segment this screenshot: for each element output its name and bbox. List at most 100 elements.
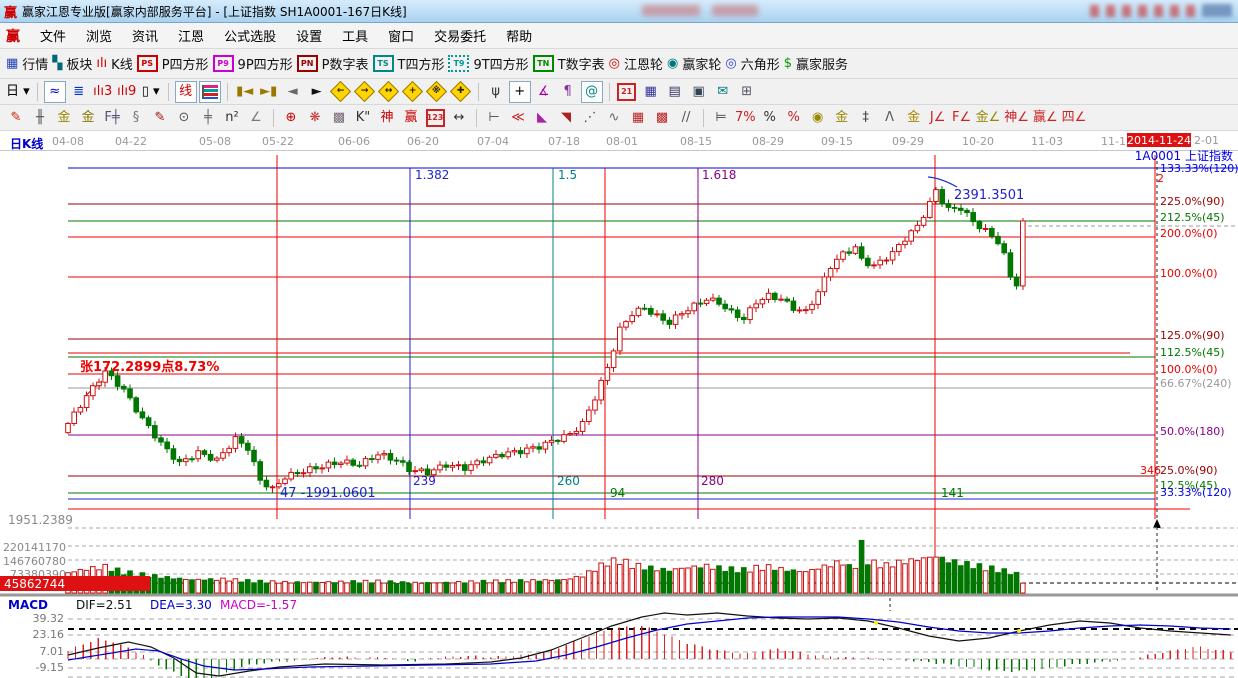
slant-lines-button[interactable]: // <box>675 107 697 129</box>
shen-grid-button[interactable]: 神 <box>376 107 398 129</box>
maximize-button[interactable] <box>1186 5 1195 17</box>
diamond-right-button[interactable]: → <box>354 81 376 103</box>
menu-item-7[interactable]: 窗口 <box>378 24 424 47</box>
window-button[interactable] <box>1106 5 1115 17</box>
crosshair-tool-button[interactable]: + <box>509 81 531 103</box>
t9-square-button[interactable]: T99T四方形 <box>447 53 529 75</box>
calendar-21-button[interactable]: 21 <box>616 81 638 103</box>
menu-item-6[interactable]: 工具 <box>332 24 378 47</box>
overlay-3-button[interactable]: ılı3 <box>92 81 114 103</box>
pn-table-button[interactable]: PNP数字表 <box>296 53 370 75</box>
kline-chart-canvas[interactable]: 04-0804-2205-0805-2206-0606-2007-0407-18… <box>0 131 1238 678</box>
calculator-button[interactable]: ▦ <box>640 81 662 103</box>
angle-ying-button[interactable]: 赢∠ <box>1032 107 1059 129</box>
ps-square-button[interactable]: PSP四方形 <box>136 53 210 75</box>
angle-shen-button[interactable]: 神∠ <box>1003 107 1030 129</box>
info-doc-button[interactable]: ≣ <box>68 81 90 103</box>
menu-item-2[interactable]: 资讯 <box>122 24 168 47</box>
close-button[interactable] <box>1202 4 1232 17</box>
pencil-button[interactable]: ✎ <box>5 107 27 129</box>
f-grid-button[interactable]: F╪ <box>101 107 123 129</box>
gold-line-button[interactable]: 金 <box>831 107 853 129</box>
kline-button[interactable]: ılıK线 <box>95 53 133 75</box>
n-squared-button[interactable]: n² <box>221 107 243 129</box>
protractor-button[interactable]: ⊙ <box>173 107 195 129</box>
window-button[interactable] <box>1138 5 1147 17</box>
first-page-button[interactable]: ▮◄ <box>234 81 256 103</box>
percent-7-button[interactable]: 7% <box>734 107 757 129</box>
diamond-h-button[interactable]: ↔ <box>378 81 400 103</box>
h-marker-button[interactable]: ⊢ <box>483 107 505 129</box>
minimize-button[interactable] <box>1170 5 1179 17</box>
window-button[interactable] <box>1090 5 1099 17</box>
circle-cross-button[interactable]: ⊕ <box>280 107 302 129</box>
percent-5line-button[interactable]: % <box>783 107 805 129</box>
menu-item-4[interactable]: 公式选股 <box>214 24 286 47</box>
printer-button[interactable]: ⊞ <box>736 81 758 103</box>
menu-item-9[interactable]: 帮助 <box>496 24 542 47</box>
last-page-button[interactable]: ►▮ <box>258 81 280 103</box>
comb-button[interactable]: ╪ <box>197 107 219 129</box>
notes-button[interactable]: ▤ <box>664 81 686 103</box>
ts-square-button[interactable]: TST四方形 <box>372 53 446 75</box>
diamond-left-button[interactable]: ← <box>330 81 352 103</box>
gold-line-2-button[interactable]: 金 <box>903 107 925 129</box>
winner-service-button[interactable]: $赢家服务 <box>783 53 849 75</box>
ying-grid-button[interactable]: 赢 <box>400 107 422 129</box>
tn-table-button[interactable]: TNT数字表 <box>532 53 606 75</box>
measure-stick-button[interactable]: ‡ <box>855 107 877 129</box>
gann-wheel-button[interactable]: ◎江恩轮 <box>608 53 664 75</box>
draw-line-box-button[interactable]: 线 <box>175 81 197 103</box>
angle-gold-button[interactable]: 金∠ <box>975 107 1002 129</box>
window-controls[interactable] <box>1090 4 1232 17</box>
k-quote-button[interactable]: K" <box>352 107 374 129</box>
price-grid-123-button[interactable]: 123 <box>424 107 446 129</box>
diamond-move-button[interactable]: ✚ <box>450 81 472 103</box>
grid-red-1-button[interactable]: ▦ <box>627 107 649 129</box>
pencil-ruler-button[interactable]: ✎ <box>149 107 171 129</box>
menu-item-3[interactable]: 江恩 <box>168 24 214 47</box>
hexagon-button[interactable]: ◎六角形 <box>724 53 780 75</box>
angle-si-button[interactable]: 四∠ <box>1061 107 1088 129</box>
menu-item-5[interactable]: 设置 <box>286 24 332 47</box>
chart-area[interactable]: 04-0804-2205-0805-2206-0606-2007-0407-18… <box>0 131 1238 678</box>
net-tool-button[interactable]: @ <box>581 81 603 103</box>
diamond-star-button[interactable]: ※ <box>426 81 448 103</box>
grid-red-2-button[interactable]: ▩ <box>651 107 673 129</box>
menu-item-8[interactable]: 交易委托 <box>424 24 496 47</box>
overlay-9-button[interactable]: ılı9 <box>116 81 138 103</box>
angle-f-button[interactable]: F∠ <box>951 107 973 129</box>
web-red-button[interactable]: ❋ <box>304 107 326 129</box>
curve-style-button[interactable]: ≈ <box>44 81 66 103</box>
ruler-percent-button[interactable]: ⊨ <box>710 107 732 129</box>
next-page-button[interactable]: ► <box>306 81 328 103</box>
volume-distribution-button[interactable] <box>199 81 221 103</box>
fan-boxed-1-button[interactable]: ◣ <box>531 107 553 129</box>
gold-grid-2-button[interactable]: 金 <box>77 107 99 129</box>
window-button[interactable] <box>1154 5 1163 17</box>
angle-j-button[interactable]: J∠ <box>927 107 949 129</box>
angle-lines-button[interactable]: ⋰ <box>579 107 601 129</box>
gold-grid-1-button[interactable]: 金 <box>53 107 75 129</box>
winner-wheel-button[interactable]: ◉赢家轮 <box>666 53 722 75</box>
fan-red-button[interactable]: ≪ <box>507 107 529 129</box>
wave-a-button[interactable]: Λ <box>879 107 901 129</box>
diamond-cross-button[interactable]: + <box>402 81 424 103</box>
p9-square-button[interactable]: P99P四方形 <box>212 53 294 75</box>
grid-tool-button[interactable]: ╫ <box>29 107 51 129</box>
mail-globe-button[interactable]: ✉ <box>712 81 734 103</box>
single-candle-dropdown-button[interactable]: ▯ ▾ <box>140 81 162 103</box>
spiral-button[interactable]: § <box>125 107 147 129</box>
menu-item-1[interactable]: 浏览 <box>76 24 122 47</box>
window-button[interactable] <box>1122 5 1131 17</box>
width-arrows-button[interactable]: ↔ <box>448 107 470 129</box>
angle-ruler-button[interactable]: ∡ <box>533 81 555 103</box>
zigzag-button[interactable]: ∿ <box>603 107 625 129</box>
hand-tool-button[interactable]: ψ <box>485 81 507 103</box>
angle-mirror-button[interactable]: ∠ <box>245 107 267 129</box>
quote-grid-button[interactable]: ▦行情 <box>5 53 49 75</box>
save-button[interactable]: ▣ <box>688 81 710 103</box>
gold-circle-button[interactable]: ◉ <box>807 107 829 129</box>
percent-button[interactable]: % <box>759 107 781 129</box>
prev-page-button[interactable]: ◄ <box>282 81 304 103</box>
